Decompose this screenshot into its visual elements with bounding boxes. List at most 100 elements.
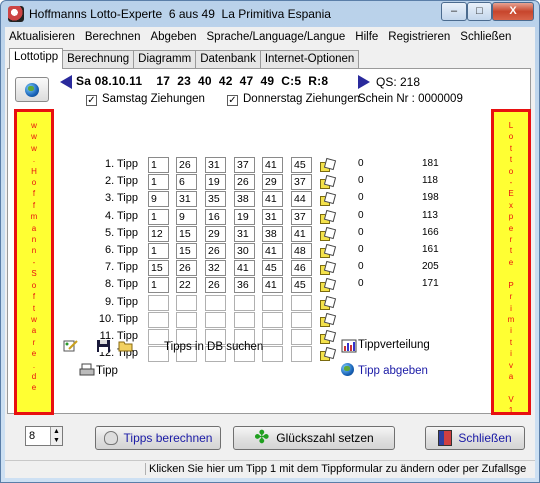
dice-icon[interactable] — [320, 262, 334, 276]
tipp-number-cell[interactable]: 41 — [262, 277, 283, 294]
app-icon[interactable] — [8, 6, 24, 22]
close-button[interactable]: X — [492, 2, 534, 21]
minimize-button[interactable]: – — [441, 2, 467, 21]
dice-icon[interactable] — [320, 193, 334, 207]
tipp-number-cell[interactable]: 31 — [262, 208, 283, 225]
tipp-number-cell[interactable]: 26 — [234, 174, 255, 191]
maximize-button[interactable]: □ — [467, 2, 492, 21]
dice-icon[interactable] — [320, 211, 334, 224]
db-search-link[interactable]: Tipps in DB suchen — [164, 341, 263, 353]
tipp-number-cell[interactable] — [262, 329, 283, 345]
save-icon[interactable] — [96, 339, 112, 353]
menu-schliessen[interactable]: Schließen — [460, 31, 511, 43]
tipp-number-cell[interactable]: 38 — [262, 225, 283, 242]
tipp-number-cell[interactable]: 30 — [234, 243, 255, 259]
tipp-number-cell[interactable]: 29 — [205, 225, 226, 242]
tipp-count-spinner[interactable]: 8 ▲ ▼ — [25, 426, 63, 446]
tipp-number-cell[interactable]: 48 — [291, 243, 312, 259]
tipp-number-cell[interactable]: 19 — [205, 174, 226, 191]
tipp-number-cell[interactable]: 26 — [205, 243, 226, 259]
tipp-number-cell[interactable]: 26 — [176, 260, 197, 277]
tipp-number-cell[interactable]: 15 — [176, 225, 197, 242]
tipp-number-cell[interactable] — [234, 311, 255, 328]
tipp-number-cell[interactable]: 41 — [262, 157, 283, 173]
tipp-row-label[interactable]: 1. Tipp — [98, 158, 138, 170]
menu-abgeben[interactable]: Abgeben — [150, 31, 196, 43]
glueckszahl-setzen-button[interactable]: Glückszahl setzen — [233, 426, 395, 450]
tipp-number-cell[interactable]: 31 — [234, 225, 255, 242]
tab-lottotipp[interactable]: Lottotipp — [9, 48, 64, 69]
edit-icon[interactable] — [63, 339, 79, 353]
globe-small-icon[interactable] — [341, 363, 357, 377]
tipp-number-cell[interactable]: 37 — [291, 174, 312, 191]
tipp-number-cell[interactable]: 37 — [234, 157, 255, 173]
print-tipp-link[interactable]: Tipp — [96, 365, 118, 377]
tipp-number-cell[interactable]: 41 — [262, 243, 283, 259]
tipp-number-cell[interactable]: 38 — [234, 191, 255, 208]
samstag-checkbox[interactable]: ✓ — [86, 95, 97, 106]
tipp-number-cell[interactable] — [291, 294, 312, 311]
distribution-chart-icon[interactable] — [341, 339, 357, 353]
menu-registrieren[interactable]: Registrieren — [388, 31, 450, 43]
tipp-number-cell[interactable]: 1 — [148, 243, 169, 259]
dice-icon[interactable] — [320, 159, 334, 172]
spinner-arrows-icon[interactable]: ▲ ▼ — [50, 427, 62, 445]
tipp-number-cell[interactable]: 1 — [148, 174, 169, 191]
tipp-number-cell[interactable] — [262, 311, 283, 328]
tipp-number-cell[interactable]: 29 — [262, 174, 283, 191]
title-bar[interactable]: Hoffmanns Lotto-Experte 6 aus 49 La Prim… — [1, 1, 539, 27]
product-banner-right[interactable]: L o t t o - E x p e r t e P r i m i t i … — [491, 109, 531, 415]
tipp-abgeben-link[interactable]: Tipp abgeben — [358, 365, 428, 377]
tipp-number-cell[interactable]: 9 — [176, 208, 197, 225]
tipp-number-cell[interactable]: 15 — [148, 260, 169, 277]
tipps-berechnen-button[interactable]: Tipps berechnen — [95, 426, 221, 450]
donnerstag-checkbox[interactable]: ✓ — [227, 95, 238, 106]
dice-icon[interactable] — [320, 279, 334, 293]
globe-button[interactable] — [15, 77, 49, 102]
tipp-number-cell[interactable]: 9 — [148, 191, 169, 208]
tipp-number-cell[interactable]: 44 — [291, 191, 312, 208]
tipp-number-cell[interactable]: 31 — [176, 191, 197, 208]
tipp-number-cell[interactable] — [262, 346, 283, 363]
previous-draw-arrow-icon[interactable] — [60, 75, 72, 89]
tipp-row-label[interactable]: 2. Tipp — [98, 175, 138, 187]
tipp-number-cell[interactable]: 45 — [291, 157, 312, 173]
tipp-number-cell[interactable] — [262, 294, 283, 311]
tipp-number-cell[interactable] — [205, 311, 226, 328]
tipp-number-cell[interactable]: 32 — [205, 260, 226, 277]
tipp-row-label[interactable]: 10. Tipp — [98, 313, 138, 325]
tipp-row-label[interactable]: 6. Tipp — [98, 244, 138, 256]
tipp-number-cell[interactable]: 1 — [148, 157, 169, 173]
menu-sprache[interactable]: Sprache/Language/Langue — [207, 31, 346, 43]
tipp-number-cell[interactable]: 22 — [176, 277, 197, 294]
tipp-row-label[interactable]: 3. Tipp — [98, 192, 138, 204]
dice-icon[interactable] — [320, 314, 334, 327]
tipp-number-cell[interactable] — [291, 329, 312, 345]
tipp-number-cell[interactable] — [176, 294, 197, 311]
tipp-number-cell[interactable]: 36 — [234, 277, 255, 294]
tipp-number-cell[interactable]: 15 — [176, 243, 197, 259]
tipp-number-cell[interactable]: 19 — [234, 208, 255, 225]
tipp-row-label[interactable]: 4. Tipp — [98, 210, 138, 222]
dice-icon[interactable] — [320, 228, 334, 241]
tipp-number-cell[interactable]: 6 — [176, 174, 197, 191]
tipp-number-cell[interactable] — [205, 294, 226, 311]
schliessen-button[interactable]: Schließen — [425, 426, 525, 450]
dice-icon[interactable] — [320, 176, 334, 190]
tipp-row-label[interactable]: 9. Tipp — [98, 296, 138, 308]
tab-berechnung[interactable]: Berechnung — [62, 50, 135, 69]
tipp-number-cell[interactable]: 1 — [148, 277, 169, 294]
tipp-number-cell[interactable] — [148, 311, 169, 328]
tipp-number-cell[interactable]: 41 — [291, 225, 312, 242]
tipp-row-label[interactable]: 8. Tipp — [98, 278, 138, 290]
tipp-number-cell[interactable]: 45 — [262, 260, 283, 277]
tipp-number-cell[interactable] — [234, 294, 255, 311]
tipp-number-cell[interactable]: 46 — [291, 260, 312, 277]
tipp-number-cell[interactable] — [176, 311, 197, 328]
tipp-number-cell[interactable]: 12 — [148, 225, 169, 242]
dice-icon[interactable] — [320, 348, 334, 362]
tab-diagramm[interactable]: Diagramm — [133, 50, 197, 69]
tipp-number-cell[interactable]: 41 — [234, 260, 255, 277]
tab-datenbank[interactable]: Datenbank — [195, 50, 261, 69]
open-folder-icon[interactable] — [118, 339, 134, 353]
